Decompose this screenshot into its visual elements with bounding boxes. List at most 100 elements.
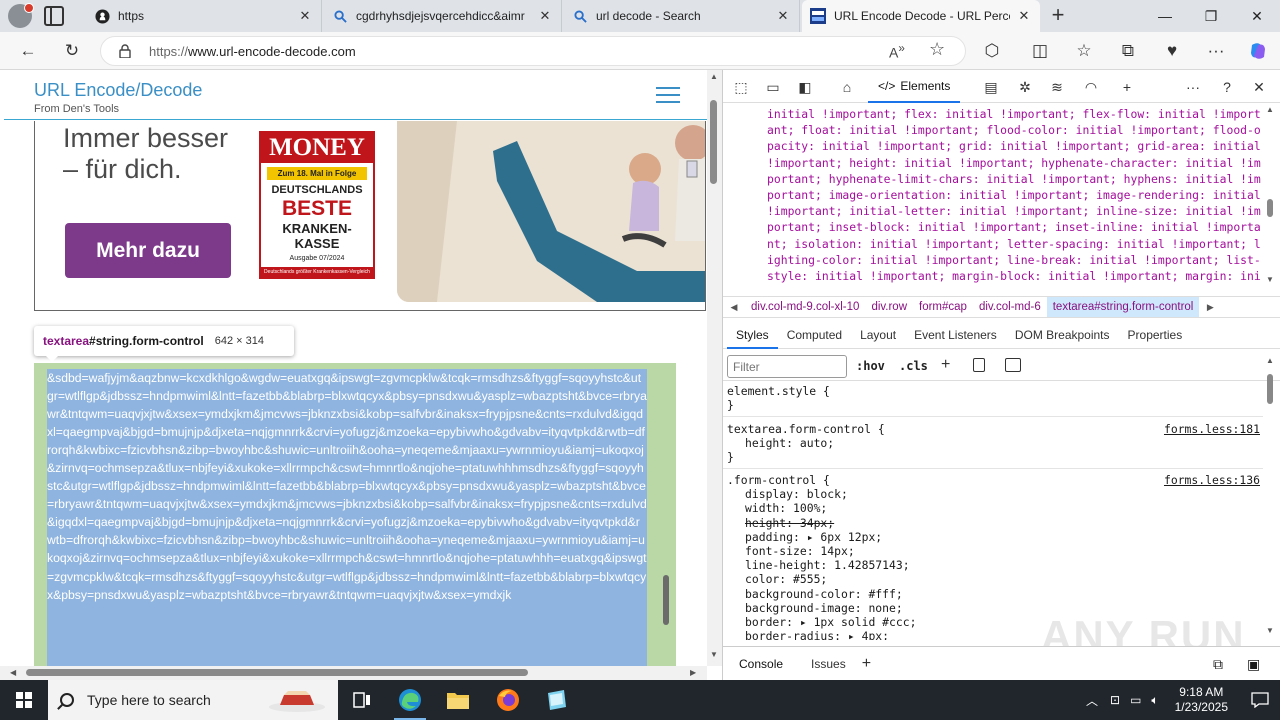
hover-state-toggle[interactable]: :hov <box>856 359 885 373</box>
tab-search-query[interactable]: cgdrhyhsdjejsvqercehdicc&aimr ✕ <box>324 0 562 32</box>
notification-center-icon[interactable] <box>1240 680 1280 720</box>
tab-close-icon[interactable]: ✕ <box>1016 8 1032 24</box>
scroll-down-arrow-icon[interactable]: ▼ <box>1266 275 1274 284</box>
tab-github[interactable]: https ✕ <box>86 0 322 32</box>
taskbar-search-box[interactable]: Type here to search <box>48 680 338 720</box>
tab-elements[interactable]: </> Elements <box>868 70 961 103</box>
textarea-scrollbar-thumb[interactable] <box>663 575 669 625</box>
more-tools-plus-icon[interactable]: + <box>1117 77 1137 97</box>
read-aloud-icon[interactable]: A» <box>889 42 905 61</box>
scroll-up-arrow-icon[interactable]: ▲ <box>1266 356 1274 365</box>
ad-more-button[interactable]: Mehr dazu <box>65 223 231 278</box>
drawer-settings-icon[interactable]: ▣ <box>1247 656 1260 673</box>
undock-drawer-icon[interactable]: ⧉ <box>1213 656 1223 673</box>
rule-source-link[interactable]: forms.less:136 <box>1164 473 1260 487</box>
style-property[interactable]: padding: ▸ 6px 12px; <box>727 530 1263 544</box>
page-horizontal-scrollbar[interactable]: ◀ ▶ <box>0 666 707 680</box>
scroll-down-arrow-icon[interactable]: ▼ <box>710 650 718 659</box>
scroll-up-arrow-icon[interactable]: ▲ <box>1266 105 1274 114</box>
devtools-menu-icon[interactable]: ··· <box>1183 77 1203 97</box>
styles-scroll-thumb[interactable] <box>1267 374 1273 404</box>
close-devtools-icon[interactable]: ✕ <box>1249 77 1269 97</box>
advertisement-banner[interactable]: Immer besser – für dich. Mehr dazu MONEY… <box>34 121 706 311</box>
scroll-left-arrow-icon[interactable]: ◀ <box>10 668 16 677</box>
dom-tree-scroll-thumb[interactable] <box>1267 199 1273 217</box>
notepad-app-icon[interactable] <box>532 680 580 720</box>
restore-button[interactable]: ❐ <box>1188 0 1234 32</box>
rendering-emulation-icon[interactable] <box>973 358 985 372</box>
performance-icon[interactable]: ◠ <box>1081 77 1101 97</box>
tab-event-listeners[interactable]: Event Listeners <box>905 321 1006 349</box>
style-property[interactable]: width: 100%; <box>727 501 1263 515</box>
tab-computed[interactable]: Computed <box>778 321 851 349</box>
tab-properties[interactable]: Properties <box>1119 321 1192 349</box>
breadcrumb-item[interactable]: div.row <box>865 297 913 317</box>
style-property[interactable]: line-height: 1.42857143; <box>727 558 1263 572</box>
extensions-icon[interactable]: ⬡ <box>980 39 1004 63</box>
split-screen-icon[interactable]: ◫ <box>1028 39 1052 63</box>
style-property[interactable]: height: auto; <box>727 436 1263 450</box>
scroll-right-arrow-icon[interactable]: ▶ <box>690 668 696 677</box>
toggle-sidebar-icon[interactable] <box>1005 358 1021 372</box>
rule-source-link[interactable]: forms.less:181 <box>1164 422 1260 436</box>
textarea-form-control-rule[interactable]: textarea.form-control { forms.less:181 h… <box>727 422 1263 465</box>
drawer-tab-issues[interactable]: Issues <box>795 657 858 671</box>
taskbar-clock[interactable]: 9:18 AM 1/23/2025 <box>1175 685 1228 715</box>
welcome-home-icon[interactable]: ⌂ <box>837 77 857 97</box>
dom-tree-scrollbar[interactable]: ▲ ▼ <box>1263 103 1277 289</box>
tab-styles[interactable]: Styles <box>727 321 778 349</box>
breadcrumb-left-icon[interactable]: ◀ <box>723 302 745 313</box>
tab-dom-breakpoints[interactable]: DOM Breakpoints <box>1006 321 1119 349</box>
page-horizontal-scroll-thumb[interactable] <box>26 669 528 676</box>
tab-layout[interactable]: Layout <box>851 321 905 349</box>
favorite-star-icon[interactable]: ☆ <box>929 39 945 60</box>
breadcrumb-item[interactable]: form#cap <box>913 297 973 317</box>
file-explorer-icon[interactable] <box>434 680 482 720</box>
help-icon[interactable]: ? <box>1217 77 1237 97</box>
styles-filter-input[interactable] <box>727 355 847 378</box>
minimize-button[interactable]: — <box>1142 0 1188 32</box>
style-property[interactable]: background-color: #fff; <box>727 587 1263 601</box>
refresh-button[interactable]: ↻ <box>60 39 84 63</box>
security-tray-icon[interactable]: ⊡ <box>1110 693 1120 707</box>
copilot-icon[interactable] <box>1246 39 1270 63</box>
inspect-element-icon[interactable]: ⬚ <box>731 77 751 97</box>
new-style-rule-icon[interactable]: + <box>941 356 950 374</box>
dock-side-icon[interactable]: ◧ <box>795 77 815 97</box>
address-bar[interactable]: https://www.url-encode-decode.com A» ☆ <box>100 36 966 66</box>
tab-url-decode-search[interactable]: url decode - Search ✕ <box>564 0 800 32</box>
browser-essentials-icon[interactable]: ♥ <box>1160 39 1184 63</box>
profile-avatar-icon[interactable] <box>8 3 34 28</box>
firefox-icon[interactable] <box>484 680 532 720</box>
edge-browser-icon[interactable] <box>386 680 434 720</box>
style-property[interactable]: font-size: 14px; <box>727 544 1263 558</box>
drawer-add-tab-icon[interactable]: + <box>862 655 871 673</box>
favorites-icon[interactable]: ☆ <box>1072 39 1096 63</box>
task-view-icon[interactable] <box>338 680 386 720</box>
network-wifi-icon[interactable]: ≋ <box>1047 77 1067 97</box>
new-tab-button[interactable]: + <box>1046 4 1070 28</box>
more-menu-icon[interactable]: ··· <box>1204 39 1228 63</box>
tab-close-icon[interactable]: ✕ <box>775 8 791 24</box>
tab-close-icon[interactable]: ✕ <box>297 8 313 24</box>
hamburger-menu-icon[interactable] <box>656 87 680 103</box>
debugger-bug-icon[interactable]: ✲ <box>1015 77 1035 97</box>
network-icon[interactable]: ▭ <box>1130 693 1141 707</box>
style-property[interactable]: color: #555; <box>727 572 1263 586</box>
device-toolbar-icon[interactable]: ▭ <box>763 77 783 97</box>
tab-actions-icon[interactable] <box>44 6 64 26</box>
style-property[interactable]: display: block; <box>727 487 1263 501</box>
breadcrumb-item[interactable]: div.col-md-6 <box>973 297 1047 317</box>
start-button[interactable] <box>0 680 48 720</box>
back-button[interactable]: ← <box>16 39 40 63</box>
styles-scrollbar[interactable]: ▲ ▼ <box>1263 354 1277 640</box>
page-vertical-scroll-thumb[interactable] <box>710 100 717 184</box>
close-window-button[interactable]: ✕ <box>1234 0 1280 32</box>
scroll-up-arrow-icon[interactable]: ▲ <box>710 72 718 81</box>
tray-overflow-icon[interactable]: ︿ <box>1086 692 1098 709</box>
tab-close-icon[interactable]: ✕ <box>537 8 553 24</box>
volume-icon[interactable]: 🔈︎ <box>1151 693 1158 708</box>
breadcrumb-item-selected[interactable]: textarea#string.form-control <box>1046 297 1200 317</box>
breadcrumb-item[interactable]: div.col-md-9.col-xl-10 <box>745 297 865 317</box>
scroll-down-arrow-icon[interactable]: ▼ <box>1266 626 1274 635</box>
